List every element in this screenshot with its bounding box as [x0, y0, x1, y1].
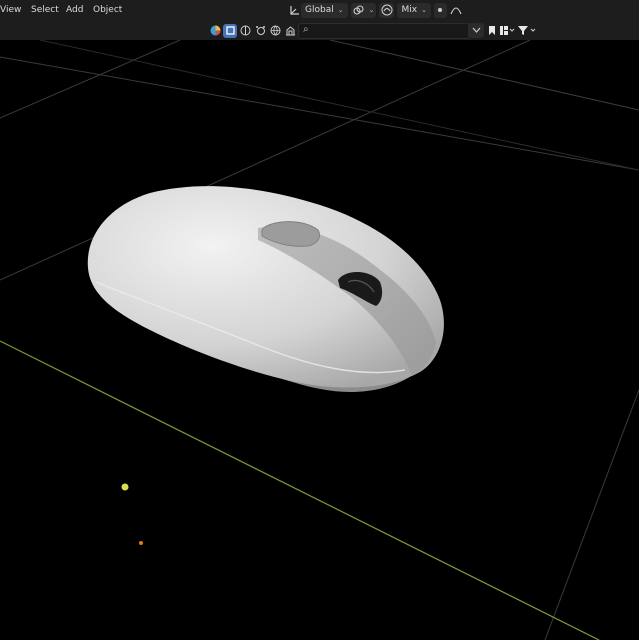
- grid-line: [0, 40, 181, 119]
- snap-icon[interactable]: [433, 2, 447, 18]
- menu-view[interactable]: View: [0, 4, 21, 16]
- filter-icon[interactable]: [516, 23, 538, 38]
- filter-icons: [208, 23, 298, 38]
- computer-mouse-model: [87, 186, 444, 392]
- chevron-down-icon: ⌄: [421, 6, 427, 14]
- grid-line: [544, 389, 639, 640]
- chevron-down-icon: ⌄: [368, 6, 375, 14]
- x-axis-line: [0, 340, 600, 640]
- link-icon: [353, 3, 365, 18]
- camera-object-dot: [139, 541, 143, 545]
- search-icon: ⌕: [303, 24, 309, 35]
- falloff-icon[interactable]: [449, 3, 463, 18]
- orientation-dropdown[interactable]: Global ⌄: [301, 2, 348, 18]
- viewport-canvas: [0, 40, 639, 640]
- outliner-right-tools: [468, 23, 538, 38]
- orientation-value: Global: [305, 5, 334, 15]
- sphere-icon[interactable]: [238, 24, 252, 38]
- light-object-dot: [121, 483, 129, 491]
- grid-line: [0, 56, 639, 171]
- menu-select[interactable]: Select: [31, 4, 59, 16]
- particles-icon[interactable]: [253, 24, 267, 38]
- transform-controls: Global ⌄ ⌄ Mix ⌄: [287, 2, 463, 18]
- grid-line: [329, 40, 639, 111]
- outliner-search-input[interactable]: ⌕: [298, 23, 470, 39]
- bookmark-icon[interactable]: [486, 23, 498, 38]
- menu-object[interactable]: Object: [93, 4, 122, 16]
- transform-orientation-icon[interactable]: [287, 3, 301, 18]
- 3d-viewport[interactable]: [0, 40, 639, 640]
- pivot-dropdown[interactable]: Mix ⌄: [397, 2, 431, 18]
- viewport-header: View Select Add Object Global ⌄ ⌄ Mix ⌄: [0, 0, 639, 20]
- collapse-icon[interactable]: [468, 23, 484, 38]
- scene-icon[interactable]: [283, 24, 297, 38]
- grid-line: [39, 40, 639, 171]
- new-collection-icon[interactable]: [498, 23, 516, 38]
- object-icon[interactable]: [223, 23, 237, 38]
- world-icon[interactable]: [268, 24, 282, 38]
- proportional-edit-icon[interactable]: [379, 2, 395, 18]
- outliner-toolbar: ⌕: [0, 20, 639, 40]
- menu-add[interactable]: Add: [66, 4, 83, 16]
- color-wheel-icon[interactable]: [208, 24, 222, 38]
- chevron-down-icon: ⌄: [337, 6, 344, 14]
- pivot-value: Mix: [401, 5, 418, 15]
- pivot-link-dropdown[interactable]: ⌄: [350, 2, 377, 18]
